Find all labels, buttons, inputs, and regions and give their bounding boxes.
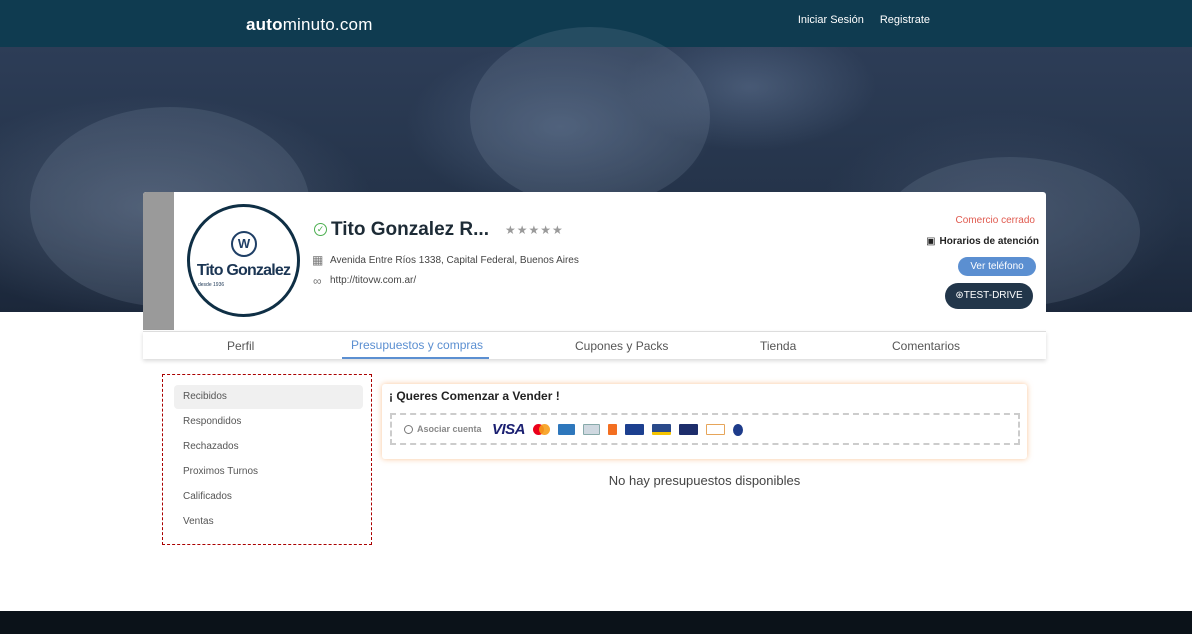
business-name: Tito Gonzalez R... xyxy=(331,219,489,240)
empty-state-message: No hay presupuestos disponibles xyxy=(608,473,801,488)
avatar-subtitle: desde 1936 xyxy=(198,282,225,288)
business-website[interactable]: http://titovw.com.ar/ xyxy=(330,275,416,286)
hours-link[interactable]: ▣ Horarios de atención xyxy=(926,236,1039,247)
status-badge: Comercio cerrado xyxy=(955,215,1035,226)
calendar-icon: ▣ xyxy=(926,236,936,247)
test-drive-button[interactable]: ⊛TEST-DRIVE xyxy=(945,283,1033,309)
tab-perfil[interactable]: Perfil xyxy=(227,339,254,353)
tab-tienda[interactable]: Tienda xyxy=(760,339,796,353)
start-selling-panel: ¡ Queres Comenzar a Vender ! Asociar cue… xyxy=(382,384,1027,459)
hours-label: Horarios de atención xyxy=(939,236,1039,247)
associate-account-box: Asociar cuenta VISA xyxy=(390,413,1020,445)
profile-card: W Tito Gonzalez desde 1936 ✓ Tito Gonzal… xyxy=(143,192,1046,330)
budgets-sidebar: Recibidos Respondidos Rechazados Proximo… xyxy=(162,374,372,545)
top-nav-links: Iniciar Sesión Registrate xyxy=(798,14,930,26)
diners-club-logo xyxy=(733,423,744,436)
sidebar-item-respondidos[interactable]: Respondidos xyxy=(174,410,363,434)
cencosud-logo xyxy=(706,424,726,435)
naranja-logo xyxy=(608,424,618,435)
sidebar-item-recibidos[interactable]: Recibidos xyxy=(174,385,363,409)
site-logo[interactable]: autominuto.com xyxy=(246,15,373,35)
avatar-brand-name: Tito Gonzalez xyxy=(196,262,291,279)
associate-account-label[interactable]: Asociar cuenta xyxy=(417,424,482,434)
building-icon: ▦ xyxy=(312,253,324,267)
mastercard-logo xyxy=(533,424,551,435)
amex-logo xyxy=(558,424,576,435)
vw-logo-icon: W xyxy=(231,231,257,257)
sidebar-item-ventas[interactable]: Ventas xyxy=(174,510,363,534)
test-drive-label: TEST-DRIVE xyxy=(963,290,1023,301)
tab-presupuestos[interactable]: Presupuestos y compras xyxy=(351,338,483,352)
hero-decoration xyxy=(470,27,710,207)
avatar: W Tito Gonzalez desde 1936 xyxy=(187,204,300,317)
profile-tabs: Perfil Presupuestos y compras Cupones y … xyxy=(143,331,1046,359)
verified-check-icon: ✓ xyxy=(314,223,327,236)
visa-logo: VISA xyxy=(492,421,526,438)
view-phone-button[interactable]: Ver teléfono xyxy=(958,257,1036,276)
diners-logo xyxy=(583,424,601,435)
business-address: Avenida Entre Ríos 1338, Capital Federal… xyxy=(330,255,579,266)
shopping-card-logo xyxy=(625,424,645,435)
sidebar-item-rechazados[interactable]: Rechazados xyxy=(174,435,363,459)
card-side-strip xyxy=(143,192,174,330)
login-link[interactable]: Iniciar Sesión xyxy=(798,14,864,26)
cabal-logo xyxy=(679,424,699,435)
payment-logos: VISA xyxy=(492,421,744,438)
sidebar-item-proximos-turnos[interactable]: Proximos Turnos xyxy=(174,460,363,484)
steering-wheel-icon: ⊛ xyxy=(955,290,964,301)
register-link[interactable]: Registrate xyxy=(880,14,930,26)
nativa-logo xyxy=(652,424,672,435)
tab-cupones[interactable]: Cupones y Packs xyxy=(575,339,668,353)
rating-stars: ★★★★★ xyxy=(505,223,564,237)
associate-account-radio[interactable] xyxy=(404,425,413,434)
link-icon: ∞ xyxy=(313,274,322,288)
tab-comentarios[interactable]: Comentarios xyxy=(892,339,960,353)
active-tab-indicator xyxy=(342,357,489,359)
sidebar-item-calificados[interactable]: Calificados xyxy=(174,485,363,509)
start-selling-title: ¡ Queres Comenzar a Vender ! xyxy=(389,389,560,403)
footer xyxy=(0,611,1192,634)
